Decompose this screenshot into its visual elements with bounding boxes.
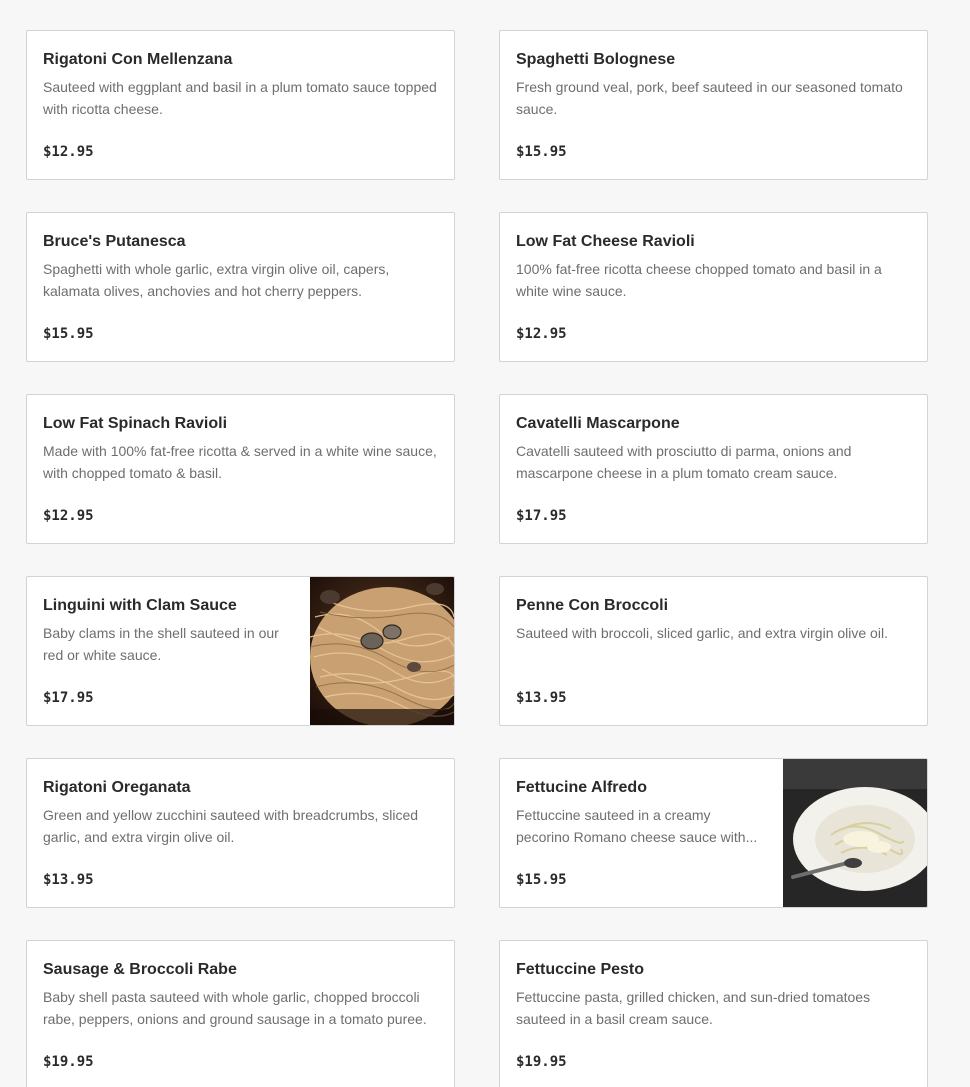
menu-item-text: Rigatoni Oreganata Green and yellow zucc…: [43, 777, 438, 848]
menu-item-text: Bruce's Putanesca Spaghetti with whole g…: [43, 231, 438, 302]
menu-item-text: Rigatoni Con Mellenzana Sauteed with egg…: [43, 49, 438, 120]
menu-item-description: Fettuccine pasta, grilled chicken, and s…: [516, 989, 871, 1027]
menu-item-price: $17.95: [516, 508, 567, 524]
menu-item-text: Fettucine Alfredo Fettuccine sauteed in …: [516, 777, 767, 848]
menu-item-card[interactable]: Low Fat Cheese Ravioli 100% fat-free ric…: [499, 212, 928, 362]
menu-item-card[interactable]: Bruce's Putanesca Spaghetti with whole g…: [26, 212, 455, 362]
menu-item-name: Spaghetti Bolognese: [516, 51, 676, 68]
linguini-clams-photo: [310, 577, 454, 725]
menu-item-name: Fettuccine Pesto: [516, 961, 645, 978]
menu-item-description: Fresh ground veal, pork, beef sauteed in…: [516, 79, 903, 117]
menu-item-card[interactable]: Rigatoni Oreganata Green and yellow zucc…: [26, 758, 455, 908]
menu-item-name: Linguini with Clam Sauce: [43, 597, 237, 614]
menu-item-text: Cavatelli Mascarpone Cavatelli sauteed w…: [516, 413, 911, 484]
menu-item-name: Low Fat Spinach Ravioli: [43, 415, 228, 432]
menu-grid: Rigatoni Con Mellenzana Sauteed with egg…: [0, 0, 970, 1087]
menu-item-price: $15.95: [516, 144, 567, 160]
menu-item-card[interactable]: Linguini with Clam Sauce Baby clams in t…: [26, 576, 455, 726]
menu-item-card[interactable]: Fettuccine Pesto Fettuccine pasta, grill…: [499, 940, 928, 1087]
menu-item-price: $12.95: [516, 326, 567, 342]
menu-item-description: Made with 100% fat-free ricotta & served…: [43, 443, 437, 481]
menu-item-price: $13.95: [516, 690, 567, 706]
menu-item-name: Fettucine Alfredo: [516, 779, 647, 796]
menu-item-card[interactable]: Penne Con Broccoli Sauteed with broccoli…: [499, 576, 928, 726]
menu-item-card[interactable]: Fettucine Alfredo Fettuccine sauteed in …: [499, 758, 928, 908]
menu-item-description: Baby clams in the shell sauteed in our r…: [43, 625, 279, 663]
menu-item-name: Penne Con Broccoli: [516, 597, 669, 614]
menu-item-description: 100% fat-free ricotta cheese chopped tom…: [516, 261, 882, 299]
menu-item-price: $13.95: [43, 872, 94, 888]
menu-item-description: Cavatelli sauteed with prosciutto di par…: [516, 443, 852, 481]
menu-item-price: $12.95: [43, 144, 94, 160]
menu-item-price: $12.95: [43, 508, 94, 524]
menu-item-price: $19.95: [516, 1054, 567, 1070]
menu-item-description: Fettuccine sauteed in a creamy pecorino …: [516, 807, 758, 845]
menu-item-price: $15.95: [516, 872, 567, 888]
menu-item-text: Fettuccine Pesto Fettuccine pasta, grill…: [516, 959, 911, 1030]
menu-item-price: $17.95: [43, 690, 94, 706]
menu-item-text: Low Fat Spinach Ravioli Made with 100% f…: [43, 413, 438, 484]
menu-item-description: Spaghetti with whole garlic, extra virgi…: [43, 261, 390, 299]
menu-item-name: Sausage & Broccoli Rabe: [43, 961, 237, 978]
fettucine-alfredo-photo: [783, 759, 927, 907]
menu-item-card[interactable]: Low Fat Spinach Ravioli Made with 100% f…: [26, 394, 455, 544]
menu-item-name: Bruce's Putanesca: [43, 233, 186, 250]
menu-item-price: $15.95: [43, 326, 94, 342]
menu-item-text: Low Fat Cheese Ravioli 100% fat-free ric…: [516, 231, 911, 302]
menu-item-card[interactable]: Sausage & Broccoli Rabe Baby shell pasta…: [26, 940, 455, 1087]
menu-item-name: Rigatoni Con Mellenzana: [43, 51, 233, 68]
menu-item-description: Sauteed with eggplant and basil in a plu…: [43, 79, 437, 117]
menu-item-description: Sauteed with broccoli, sliced garlic, an…: [516, 625, 888, 641]
menu-item-name: Cavatelli Mascarpone: [516, 415, 680, 432]
menu-item-text: Linguini with Clam Sauce Baby clams in t…: [43, 595, 294, 666]
menu-item-text: Penne Con Broccoli Sauteed with broccoli…: [516, 595, 911, 644]
menu-item-card[interactable]: Cavatelli Mascarpone Cavatelli sauteed w…: [499, 394, 928, 544]
menu-item-card[interactable]: Spaghetti Bolognese Fresh ground veal, p…: [499, 30, 928, 180]
menu-item-description: Baby shell pasta sauteed with whole garl…: [43, 989, 427, 1027]
menu-item-price: $19.95: [43, 1054, 94, 1070]
menu-item-text: Spaghetti Bolognese Fresh ground veal, p…: [516, 49, 911, 120]
menu-item-text: Sausage & Broccoli Rabe Baby shell pasta…: [43, 959, 438, 1030]
menu-item-name: Rigatoni Oreganata: [43, 779, 191, 796]
menu-item-card[interactable]: Rigatoni Con Mellenzana Sauteed with egg…: [26, 30, 455, 180]
menu-item-name: Low Fat Cheese Ravioli: [516, 233, 695, 250]
menu-item-description: Green and yellow zucchini sauteed with b…: [43, 807, 419, 845]
